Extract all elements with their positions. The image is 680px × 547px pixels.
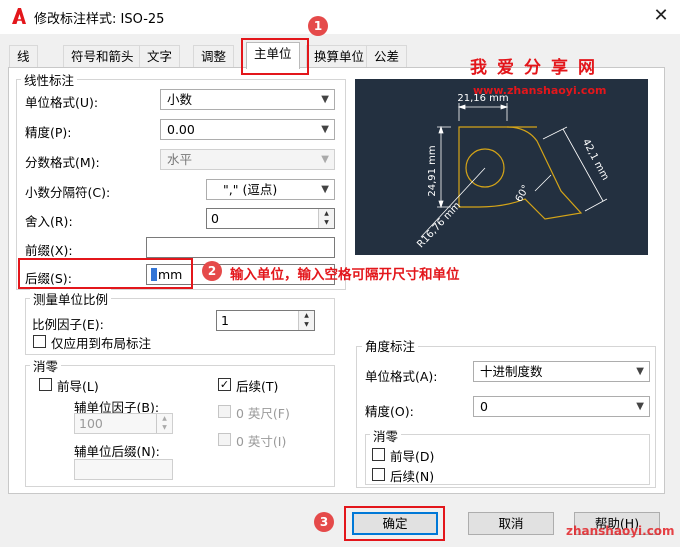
- chevron-down-icon: ▼: [636, 401, 644, 412]
- check-icon: ✓: [219, 378, 230, 391]
- watermark-url-top: www.zhanshaoyi.com: [473, 84, 607, 97]
- annotation-step-1: 1: [308, 16, 328, 36]
- angular-precision-select[interactable]: 0 ▼: [473, 396, 650, 417]
- spinner[interactable]: ▲ ▼: [318, 209, 334, 228]
- chevron-down-icon: ▼: [321, 124, 329, 135]
- cancel-button[interactable]: 取消: [468, 512, 554, 535]
- angular-zero-title: 消零: [370, 426, 402, 445]
- zero-inches-checkbox: [218, 433, 231, 446]
- angular-trailing-checkbox[interactable]: [372, 468, 385, 481]
- dim-right-label: 42,1 mm: [580, 137, 611, 182]
- precision-label: 精度(P):: [25, 125, 72, 140]
- zero-inches-label: 0 英寸(I): [236, 434, 287, 449]
- layout-only-checkbox[interactable]: [33, 335, 46, 348]
- chevron-down-icon: ▼: [636, 366, 644, 377]
- close-icon[interactable]: ✕: [648, 4, 674, 28]
- tab-lines[interactable]: 线: [9, 45, 38, 67]
- annotation-box-ok: [344, 506, 445, 541]
- annotation-box-suffix: [18, 258, 193, 289]
- angular-unit-format-select[interactable]: 十进制度数 ▼: [473, 361, 650, 382]
- dimension-preview: 21,16 mm 24,91 mm 42,1 mm 60° R16,76 mm: [355, 79, 648, 255]
- decimal-separator-label: 小数分隔符(C):: [25, 185, 111, 200]
- linear-group-title: 线性标注: [21, 70, 78, 89]
- sub-unit-suffix-label: 辅单位后缀(N):: [74, 444, 160, 459]
- autocad-logo-icon: [10, 7, 28, 25]
- prefix-input[interactable]: [146, 237, 335, 258]
- layout-only-label: 仅应用到布局标注: [51, 336, 152, 351]
- spin-up-icon: ▲: [162, 415, 167, 422]
- tab-text[interactable]: 文字: [139, 45, 181, 67]
- tab-alternate-units[interactable]: 换算单位: [306, 45, 373, 67]
- trailing-zero-label: 后续(T): [236, 379, 279, 394]
- chevron-down-icon: ▼: [321, 154, 329, 165]
- spin-up-icon: ▲: [324, 210, 329, 217]
- precision-select[interactable]: 0.00 ▼: [160, 119, 335, 140]
- scale-factor-input[interactable]: 1 ▲ ▼: [216, 310, 315, 331]
- spin-down-icon: ▼: [304, 321, 309, 328]
- watermark-url-bottom: zhanshaoyi.com: [566, 524, 675, 538]
- round-off-input[interactable]: 0 ▲ ▼: [206, 208, 335, 229]
- zero-suppression-title: 消零: [30, 356, 62, 375]
- annotation-step-2: 2: [202, 261, 222, 281]
- zero-feet-label: 0 英尺(F): [236, 406, 290, 421]
- watermark-brand: 我爱分享网: [470, 58, 605, 78]
- trailing-zero-checkbox[interactable]: ✓: [218, 378, 231, 391]
- chevron-down-icon: ▼: [321, 184, 329, 195]
- spin-down-icon: ▼: [324, 219, 329, 226]
- window-title: 修改标注样式: ISO-25: [34, 12, 165, 27]
- tab-tolerances[interactable]: 公差: [366, 45, 408, 67]
- annotation-step-2-text: 输入单位，输入空格可隔开尺寸和单位: [230, 267, 460, 283]
- angular-trailing-label: 后续(N): [390, 469, 435, 484]
- unit-format-label: 单位格式(U):: [25, 95, 99, 110]
- dim-left-label: 24,91 mm: [427, 145, 438, 196]
- fraction-format-select: 水平 ▼: [160, 149, 335, 170]
- dim-radius-label: R16,76 mm: [415, 200, 463, 250]
- prefix-label: 前缀(X):: [25, 243, 73, 258]
- tab-primary-units[interactable]: 主单位: [246, 42, 300, 69]
- dim-angle-label: 60°: [514, 183, 532, 204]
- annotation-step-3: 3: [314, 512, 334, 532]
- spin-up-icon: ▲: [304, 312, 309, 319]
- tab-fit[interactable]: 调整: [193, 45, 235, 67]
- angular-leading-checkbox[interactable]: [372, 448, 385, 461]
- angular-unit-format-label: 单位格式(A):: [365, 369, 438, 384]
- spin-down-icon: ▼: [162, 424, 167, 431]
- decimal-separator-select[interactable]: "," (逗点) ▼: [206, 179, 335, 200]
- leading-zero-label: 前导(L): [57, 379, 99, 394]
- fraction-format-label: 分数格式(M):: [25, 155, 100, 170]
- angular-leading-label: 前导(D): [390, 449, 435, 464]
- scale-factor-label: 比例因子(E):: [32, 317, 104, 332]
- spinner: ▲ ▼: [156, 414, 172, 433]
- angular-precision-label: 精度(O):: [365, 404, 414, 419]
- spinner[interactable]: ▲ ▼: [298, 311, 314, 330]
- round-off-label: 舍入(R):: [25, 214, 73, 229]
- zero-feet-checkbox: [218, 405, 231, 418]
- sub-unit-factor-input: 100 ▲ ▼: [74, 413, 173, 434]
- leading-zero-checkbox[interactable]: [39, 378, 52, 391]
- sub-unit-suffix-input: [74, 459, 173, 480]
- unit-format-select[interactable]: 小数 ▼: [160, 89, 335, 110]
- tab-symbols-arrows[interactable]: 符号和箭头: [63, 45, 142, 67]
- scale-group-title: 测量单位比例: [30, 289, 112, 308]
- angular-group-title: 角度标注: [362, 336, 419, 355]
- chevron-down-icon: ▼: [321, 94, 329, 105]
